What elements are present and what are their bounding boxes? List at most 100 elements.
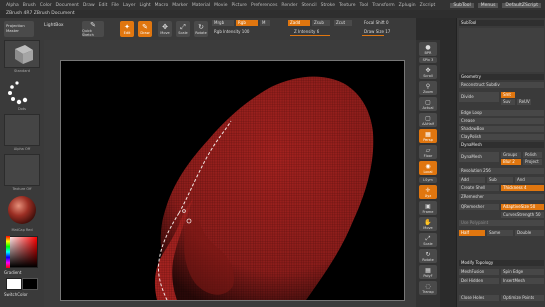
meshfusion-button[interactable]: MeshFusion <box>459 269 499 275</box>
color-picker[interactable] <box>6 236 38 268</box>
m-button[interactable]: M <box>260 20 270 26</box>
polyf-button[interactable]: ▦ PolyF <box>419 265 437 279</box>
menu-item-stroke[interactable]: Stroke <box>321 3 335 8</box>
focal-shift-slider[interactable]: Focal Shift 0 <box>362 20 414 26</box>
dynamesh-header[interactable]: DynaMesh <box>459 142 544 148</box>
menu-item-layer[interactable]: Layer <box>123 3 136 8</box>
insert-mesh-button[interactable]: InsertMesh <box>501 278 544 284</box>
reconstruct-subdiv-button[interactable]: Reconstruct Subdiv <box>459 82 544 88</box>
menu-default-zscript-button[interactable]: DefaultZScript <box>502 2 541 8</box>
spin-edge-button[interactable]: Spin Edge <box>501 269 544 275</box>
rgb-intensity-slider[interactable]: Rgb Intensity 100 <box>212 29 284 35</box>
double-toggle[interactable]: Double <box>515 230 544 236</box>
edit-button[interactable]: ✦ Edit <box>120 21 134 37</box>
palette-title[interactable]: SubTool <box>459 20 544 26</box>
menu-item-document[interactable]: Document <box>56 3 79 8</box>
dynamesh-blur-slider[interactable]: Blur 2 <box>501 159 521 165</box>
scroll-button[interactable]: ✥ Scroll <box>419 65 437 79</box>
menu-item-light[interactable]: Light <box>139 3 150 8</box>
frame-button[interactable]: ▣ Frame <box>419 201 437 215</box>
scale-view-button[interactable]: ⤢ Scale <box>419 233 437 247</box>
geometry-header[interactable]: Geometry <box>459 74 544 80</box>
transp-button[interactable]: ◌ Transp <box>419 281 437 295</box>
shadowbox-section[interactable]: ShadowBox <box>459 126 544 132</box>
zsub-button[interactable]: Zsub <box>312 20 330 26</box>
menu-menus-button[interactable]: Menus <box>477 2 499 8</box>
scale-button[interactable]: ⤢ Scale <box>176 21 190 37</box>
aahalf-button[interactable]: ▢ AAHalf <box>419 113 437 127</box>
divide-button[interactable]: Divide <box>459 92 499 102</box>
menu-item-transform[interactable]: Transform <box>372 3 394 8</box>
dynamesh-groups-toggle[interactable]: Groups <box>501 152 521 158</box>
document-canvas[interactable] <box>60 60 405 301</box>
same-toggle[interactable]: Same <box>487 230 513 236</box>
menu-item-zscript[interactable]: Zscript <box>420 3 436 8</box>
bpr-button[interactable]: ● BPR <box>419 42 437 56</box>
xyz-button[interactable]: ✛ Xyz <box>419 185 437 199</box>
rgb-button[interactable]: Rgb <box>236 20 258 26</box>
floor-button[interactable]: ▱ Floor <box>419 145 437 159</box>
use-polypaint-toggle[interactable]: Use Polypaint <box>459 220 544 226</box>
edge-loop-section[interactable]: Edge Loop <box>459 110 544 116</box>
zcut-button[interactable]: Zcut <box>334 20 352 26</box>
subtool-list[interactable] <box>459 28 544 72</box>
gradient-label[interactable]: Gradient <box>4 270 21 275</box>
menu-item-file[interactable]: File <box>111 3 119 8</box>
menu-item-macro[interactable]: Macro <box>155 3 169 8</box>
move-button[interactable]: ✥ Move <box>158 21 172 37</box>
resolution-slider[interactable]: Resolution 256 <box>459 168 544 174</box>
zoom-button[interactable]: ⚲ Zoom <box>419 81 437 95</box>
main-color-swatch[interactable] <box>6 278 22 290</box>
menu-item-alpha[interactable]: Alpha <box>6 3 19 8</box>
menu-item-render[interactable]: Render <box>281 3 297 8</box>
menu-item-movie[interactable]: Movie <box>214 3 227 8</box>
hue-slider[interactable] <box>6 236 10 268</box>
dynamesh-project-toggle[interactable]: Project <box>523 159 542 165</box>
lsym-button[interactable]: LSym <box>419 177 437 183</box>
actual-button[interactable]: ▢ Actual <box>419 97 437 111</box>
menu-item-color[interactable]: Color <box>40 3 52 8</box>
thickness-slider[interactable]: Thickness 4 <box>501 185 544 191</box>
quick-sketch-button[interactable]: ✎ Quick Sketch <box>82 21 104 37</box>
sub-button[interactable]: Sub <box>487 177 513 183</box>
dynamesh-button[interactable]: DynaMesh <box>459 152 499 162</box>
move-view-button[interactable]: ✋ Move <box>419 217 437 231</box>
divide-smt-toggle[interactable]: Smt <box>501 92 515 98</box>
crease-section[interactable]: Crease <box>459 118 544 124</box>
switch-color-label[interactable]: SwitchColor <box>4 292 28 297</box>
secondary-color-swatch[interactable] <box>22 278 38 290</box>
menu-item-preferences[interactable]: Preferences <box>251 3 277 8</box>
menu-item-material[interactable]: Material <box>192 3 210 8</box>
optimize-points-button[interactable]: Optimize Points <box>501 295 544 301</box>
lightbox-button[interactable]: LightBox <box>44 23 64 28</box>
curves-strength-slider[interactable]: CurvesStrength 50 <box>501 212 544 218</box>
mrgb-button[interactable]: Mrgb <box>212 20 234 26</box>
claypolish-section[interactable]: ClayPolish <box>459 134 544 140</box>
del-hidden-button[interactable]: Del Hidden <box>459 278 499 284</box>
menu-item-texture[interactable]: Texture <box>339 3 355 8</box>
rotate-button[interactable]: ↻ Rotate <box>194 21 208 37</box>
menu-item-marker[interactable]: Marker <box>172 3 188 8</box>
menu-item-draw[interactable]: Draw <box>83 3 95 8</box>
spix-slider[interactable]: SPix 3 <box>419 57 437 63</box>
menu-item-zplugin[interactable]: Zplugin <box>399 3 416 8</box>
dynamesh-polish-toggle[interactable]: Polish <box>523 152 542 158</box>
menu-item-edit[interactable]: Edit <box>99 3 108 8</box>
create-shell-button[interactable]: Create Shell <box>459 185 499 191</box>
close-holes-button[interactable]: Close Holes <box>459 295 499 301</box>
modify-topology-header[interactable]: Modify Topology <box>459 260 544 266</box>
menu-item-tool[interactable]: Tool <box>360 3 369 8</box>
qremesher-button[interactable]: QRemesher <box>459 204 499 210</box>
brush-thumbnail[interactable] <box>4 40 40 68</box>
half-toggle[interactable]: Half <box>459 230 485 236</box>
and-button[interactable]: And <box>515 177 544 183</box>
persp-button[interactable]: ▦ Persp <box>419 129 437 143</box>
menu-item-picture[interactable]: Picture <box>231 3 246 8</box>
local-button[interactable]: ◉ Local <box>419 161 437 175</box>
material-thumbnail[interactable] <box>4 193 40 227</box>
draw-button[interactable]: ✎ Draw <box>138 21 152 37</box>
divide-reuv-toggle[interactable]: ReUV <box>517 99 531 105</box>
stroke-thumbnail[interactable] <box>4 76 40 106</box>
alpha-thumbnail[interactable] <box>4 114 40 146</box>
texture-thumbnail[interactable] <box>4 154 40 186</box>
